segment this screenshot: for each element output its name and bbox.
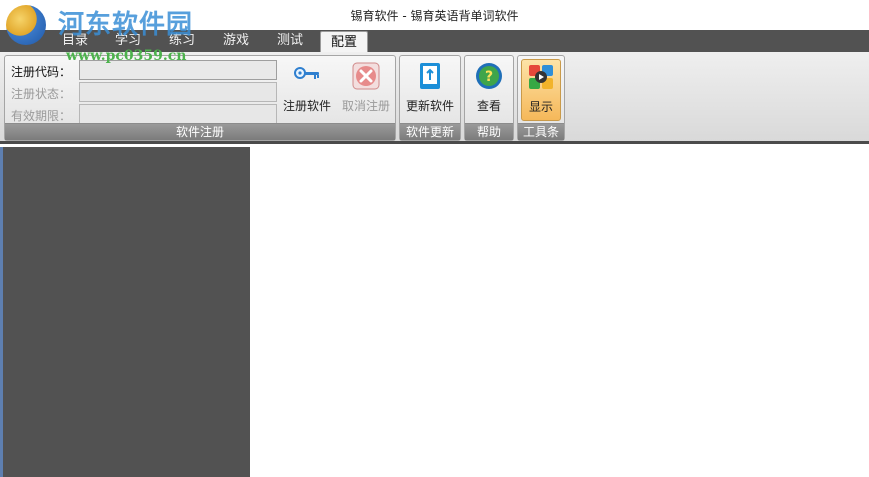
register-software-label: 注册软件 xyxy=(282,99,331,113)
tab-settings[interactable]: 配置 xyxy=(320,31,369,54)
group-registration: 注册代码： 注册状态： 有效期限： 注册软件 取消注册 软件注册 xyxy=(4,55,396,141)
tab-games[interactable]: 游戏 xyxy=(219,30,253,52)
update-software-button[interactable]: 更新软件 xyxy=(402,59,458,121)
group-label-update: 软件更新 xyxy=(400,123,460,140)
show-toolbar-label: 显示 xyxy=(528,100,553,114)
help-icon: ? xyxy=(476,63,502,89)
cancel-registration-button[interactable]: 取消注册 xyxy=(337,59,395,121)
group-toolbar: 显示 工具条 xyxy=(517,55,565,141)
view-help-label: 查看 xyxy=(476,99,501,113)
left-panel xyxy=(0,147,250,477)
update-software-label: 更新软件 xyxy=(405,99,454,113)
group-help: ? 查看 帮助 xyxy=(464,55,514,141)
svg-text:?: ? xyxy=(485,69,493,85)
show-toolbar-button[interactable]: 显示 xyxy=(521,59,561,121)
cancel-icon xyxy=(352,62,380,90)
content-area xyxy=(250,147,869,477)
ribbon: 注册代码： 注册状态： 有效期限： 注册软件 取消注册 软件注册 更新软件 软件… xyxy=(0,52,869,144)
update-icon xyxy=(420,63,440,89)
register-software-button[interactable]: 注册软件 xyxy=(279,59,335,121)
expiry-input xyxy=(79,104,277,124)
group-label-toolbar: 工具条 xyxy=(518,123,564,140)
group-label-registration: 软件注册 xyxy=(5,123,395,140)
group-update: 更新软件 软件更新 xyxy=(399,55,461,141)
register-status-label: 注册状态： xyxy=(11,87,72,101)
view-help-button[interactable]: ? 查看 xyxy=(467,59,511,121)
watermark-url: www.pc0359.cn xyxy=(66,48,187,64)
register-status-input xyxy=(79,82,277,102)
tab-test[interactable]: 测试 xyxy=(273,30,307,52)
watermark-logo-text: 河东软件园 xyxy=(58,10,194,40)
cancel-registration-label: 取消注册 xyxy=(341,99,390,113)
key-icon xyxy=(294,67,319,79)
app-logo-icon xyxy=(6,5,46,45)
expiry-label: 有效期限： xyxy=(11,109,72,123)
group-label-help: 帮助 xyxy=(465,123,513,140)
toolbar-icon xyxy=(529,65,553,89)
register-code-label: 注册代码： xyxy=(11,65,72,79)
